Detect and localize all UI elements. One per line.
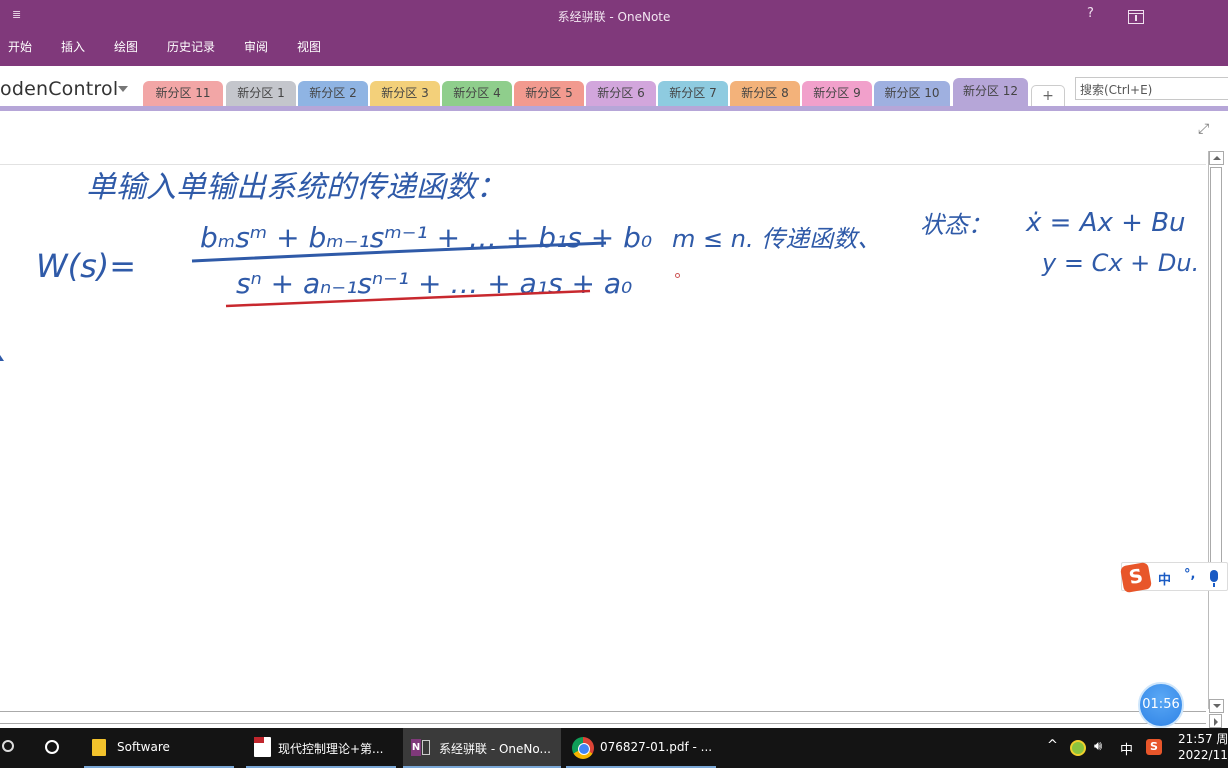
clock[interactable]: 21:57 周 2022/11/ (1178, 731, 1228, 771)
ink-lhs: W(s)= (36, 247, 136, 285)
vertical-scrollbar[interactable] (1208, 151, 1224, 713)
add-section-button[interactable]: + (1031, 85, 1065, 106)
microphone-icon[interactable] (1210, 570, 1218, 587)
ink-denominator: sⁿ + aₙ₋₁sⁿ⁻¹ + … + a₁s + a₀ (236, 267, 632, 300)
handwritten-ink: 单输入单输出系统的传递函数： W(s)= bₘsᵐ + bₘ₋₁sᵐ⁻¹ + …… (0, 170, 1199, 361)
title-bar: ≣ 系经骈联 - OneNote ? (0, 0, 1228, 33)
page-bottom-border (0, 723, 1206, 724)
section-tab[interactable]: 新分区 10 (874, 81, 950, 106)
window-title: 系经骈联 - OneNote (557, 10, 671, 24)
pdf-icon (254, 737, 271, 757)
taskbar-app-chrome[interactable]: 076827-01.pdf - ... (566, 728, 716, 768)
notebook-name[interactable]: odenControl (0, 78, 118, 100)
section-tab[interactable]: 新分区 2 (298, 81, 368, 106)
section-tab[interactable]: 新分区 5 (514, 81, 584, 106)
page-canvas[interactable]: ⤢ 单输入单输出系统的传递函数： W(s)= bₘsᵐ + bₘ₋₁sᵐ⁻¹ +… (0, 111, 1228, 728)
tab-review[interactable]: 审阅 (244, 38, 268, 55)
clock-date: 2022/11/ (1178, 748, 1228, 762)
ink-condition: m ≤ n. 传递函数、 (672, 225, 881, 253)
onenote-icon: N (411, 739, 430, 756)
horizontal-scrollbar-track (0, 711, 1206, 712)
security-app-icon[interactable] (1070, 740, 1086, 756)
section-tab[interactable]: 新分区 1 (226, 81, 296, 106)
sogou-tray-icon[interactable]: S (1146, 739, 1162, 755)
ime-mode-toggle[interactable]: 中 (1158, 569, 1171, 588)
ink-stray-mark (0, 355, 4, 361)
section-tab[interactable]: 新分区 7 (658, 81, 728, 106)
notebook-bar: odenControl 新分区 11 新分区 1 新分区 2 新分区 3 新分区… (0, 66, 1228, 106)
ime-toolbar[interactable]: S 中 °, (1119, 561, 1228, 594)
tab-view[interactable]: 视图 (297, 38, 321, 55)
search-input[interactable]: 搜索(Ctrl+E) (1075, 77, 1228, 100)
section-tab[interactable]: 新分区 8 (730, 81, 800, 106)
ribbon-display-options-icon[interactable] (1128, 10, 1144, 24)
taskbar-app-onenote[interactable]: N 系经骈联 - OneNo... (403, 728, 561, 768)
tab-home[interactable]: 开始 (8, 38, 32, 55)
pen-cursor-dot (675, 273, 680, 278)
clock-time: 21:57 周 (1178, 732, 1228, 746)
folder-icon (92, 739, 106, 756)
tab-history[interactable]: 历史记录 (167, 38, 215, 55)
notebook-dropdown-icon[interactable] (118, 86, 128, 92)
section-tab[interactable]: 新分区 11 (143, 81, 223, 106)
help-button[interactable]: ? (1087, 6, 1094, 21)
input-language-indicator[interactable]: 中 (1120, 739, 1133, 779)
scroll-down-button[interactable] (1209, 699, 1224, 713)
taskbar-app-pdf[interactable]: 现代控制理论+第... (246, 728, 396, 768)
section-tab[interactable]: 新分区 4 (442, 81, 512, 106)
scroll-right-button[interactable] (1209, 714, 1222, 728)
section-tab[interactable]: 新分区 9 (802, 81, 872, 106)
ink-state-label: 状态： (920, 211, 992, 239)
sogou-logo-icon[interactable]: S (1119, 561, 1153, 594)
search-icon[interactable] (2, 740, 14, 752)
scroll-up-button[interactable] (1209, 151, 1224, 165)
ime-punctuation-toggle[interactable]: °, (1184, 567, 1195, 582)
section-tab-active[interactable]: 新分区 12 (953, 78, 1028, 106)
ink-state-eq2: y = Cx + Du. (1041, 249, 1199, 277)
ink-heading: 单输入单输出系统的传递函数： (86, 170, 506, 205)
tab-draw[interactable]: 绘图 (114, 38, 138, 55)
chrome-icon (572, 737, 594, 759)
ribbon-tab-bar: 开始 插入 绘图 历史记录 审阅 视图 (0, 33, 1228, 66)
cortana-icon[interactable] (45, 740, 59, 754)
ink-state-eq1: ẋ = Ax + Bu (1025, 208, 1186, 238)
section-tab[interactable]: 新分区 3 (370, 81, 440, 106)
taskbar: Software 现代控制理论+第... N 系经骈联 - OneNo... 0… (0, 728, 1228, 768)
recording-timer[interactable]: 01:56 (1138, 682, 1184, 728)
taskbar-app-explorer[interactable]: Software (84, 728, 234, 768)
section-tab[interactable]: 新分区 6 (586, 81, 656, 106)
volume-icon[interactable]: 🔊︎ (1094, 739, 1102, 779)
scroll-thumb[interactable] (1210, 167, 1222, 565)
tab-insert[interactable]: 插入 (61, 38, 85, 55)
show-hidden-icons-chevron-icon[interactable]: ^ (1047, 738, 1058, 778)
